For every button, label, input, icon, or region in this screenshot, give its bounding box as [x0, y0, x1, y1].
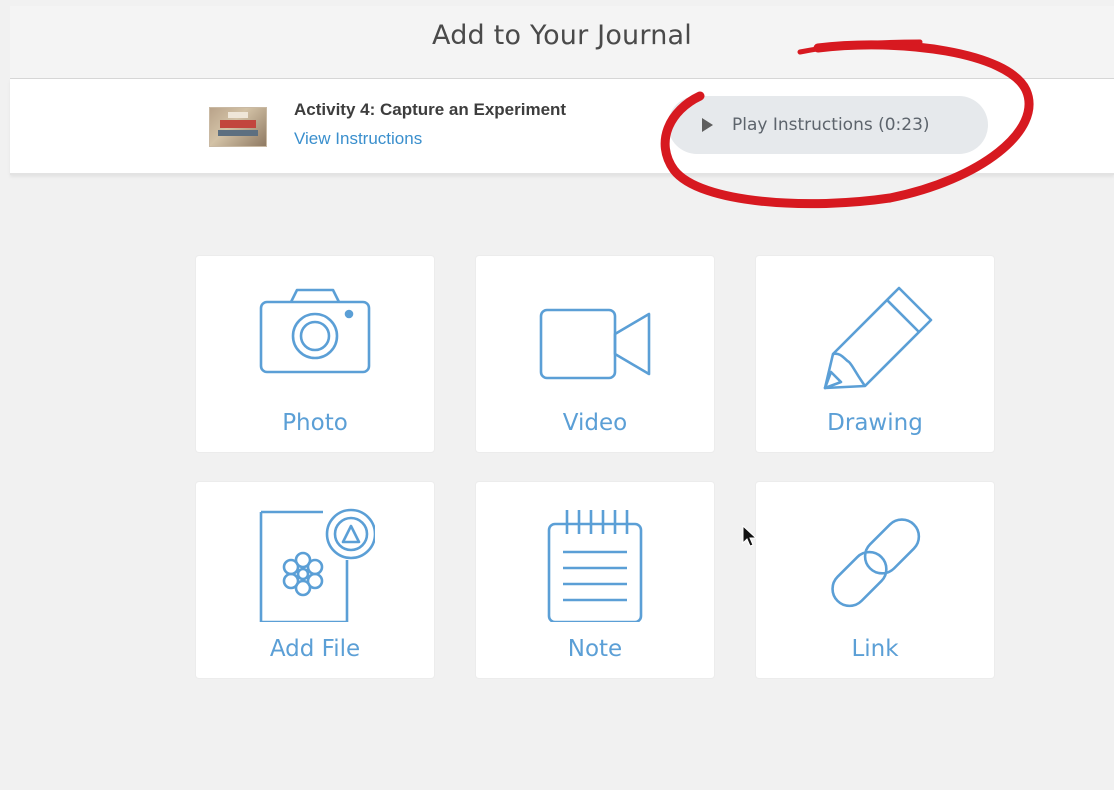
video-tile[interactable]: Video	[476, 256, 714, 452]
journal-window: Add to Your Journal Activity 4: Capture …	[0, 0, 1114, 790]
header-bar: Add to Your Journal	[10, 6, 1114, 79]
tile-label-drawing: Drawing	[827, 410, 923, 436]
pencil-icon	[823, 286, 933, 390]
file-upload-icon	[259, 508, 375, 622]
notepad-icon	[547, 510, 643, 622]
activity-bar: Activity 4: Capture an Experiment View I…	[10, 79, 1114, 175]
camera-icon	[259, 288, 371, 374]
tile-label-video: Video	[562, 410, 628, 436]
note-tile[interactable]: Note	[476, 482, 714, 678]
add-file-tile[interactable]: Add File	[196, 482, 434, 678]
activity-thumbnail	[209, 107, 267, 147]
photo-tile[interactable]: Photo	[196, 256, 434, 452]
play-instructions-label: Play Instructions (0:23)	[732, 115, 930, 135]
tile-label-photo: Photo	[282, 410, 348, 436]
view-instructions-link[interactable]: View Instructions	[294, 129, 422, 149]
drawing-tile[interactable]: Drawing	[756, 256, 994, 452]
link-tile[interactable]: Link	[756, 482, 994, 678]
tile-label-link: Link	[851, 636, 899, 662]
page-title: Add to Your Journal	[432, 20, 692, 51]
tile-label-add-file: Add File	[269, 636, 361, 662]
video-camera-icon	[539, 308, 651, 380]
link-icon	[831, 518, 921, 608]
play-icon	[702, 118, 713, 132]
activity-title: Activity 4: Capture an Experiment	[294, 100, 567, 119]
tile-label-note: Note	[567, 636, 623, 662]
play-instructions-button[interactable]: Play Instructions (0:23)	[668, 96, 988, 154]
